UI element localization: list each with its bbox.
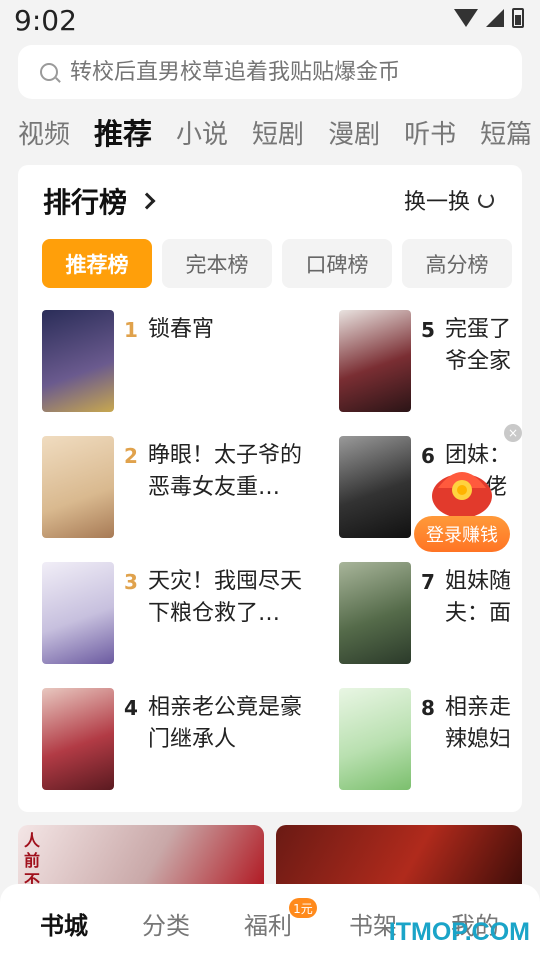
signal-icon [486,9,504,27]
refresh-button[interactable]: 换一换 [404,184,494,216]
book-rank: 7 [421,570,435,594]
tab-comic-drama[interactable]: 漫剧 [328,114,380,151]
search-bar[interactable] [18,45,522,99]
tab-novel[interactable]: 小说 [176,114,228,151]
status-time: 9:02 [14,4,77,37]
tab-audiobook[interactable]: 听书 [404,114,456,151]
book-cover [339,562,411,664]
welfare-badge: 1元 [289,898,317,918]
book-title: 姐妹随 夫：面 [445,569,512,626]
subtab-recommend[interactable]: 推荐榜 [42,239,152,288]
login-earn-button[interactable]: 登录赚钱 [414,516,510,552]
book-item[interactable]: 8 相亲走 辣媳妇 [339,688,522,790]
book-rank: 5 [421,318,435,342]
refresh-label: 换一换 [403,190,470,215]
book-cover [42,310,114,412]
tab-video[interactable]: 视频 [18,114,70,151]
book-rank: 4 [124,696,138,720]
subtab-reputation[interactable]: 口碑榜 [282,239,392,288]
status-icons [454,8,524,28]
book-rank: 8 [421,696,435,720]
book-item[interactable]: 4 相亲老公竟是豪门继承人 [42,688,322,790]
nav-welfare[interactable]: 福利 [244,906,292,941]
book-title: 天灾！我囤尽天下粮仓救了… [148,569,303,626]
refresh-icon [478,192,494,208]
book-cover [339,310,411,412]
book-cover [339,688,411,790]
ranking-subtabs: 推荐榜 完本榜 口碑榜 高分榜 [42,239,512,288]
book-rank: 3 [124,570,138,594]
category-tabs: 视频 推荐 小说 短剧 漫剧 听书 短篇 [18,110,540,154]
wifi-icon [454,9,478,27]
search-input[interactable] [70,59,490,85]
watermark: ITMOP.COM [388,918,530,946]
search-icon [40,63,58,81]
book-cover [42,562,114,664]
book-title: 相亲老公竟是豪门继承人 [148,695,303,752]
book-rank: 1 [124,318,138,342]
status-bar: 9:02 [0,0,540,44]
book-title: 睁眼！太子爷的恶毒女友重… [148,443,303,500]
ranking-title[interactable]: 排行榜 [43,181,156,221]
book-item[interactable]: 1 锁春宵 [42,310,322,412]
subtab-high-score[interactable]: 高分榜 [402,239,512,288]
book-cover [339,436,411,538]
book-cover [42,688,114,790]
book-cover [42,436,114,538]
book-rank: 2 [124,444,138,468]
book-item[interactable]: 7 姐妹随 夫：面 [339,562,522,664]
ranking-title-label: 排行榜 [43,186,128,219]
tab-short-drama[interactable]: 短剧 [252,114,304,151]
gift-icon [432,472,492,518]
nav-bookstore[interactable]: 书城 [40,906,88,941]
subtab-completed[interactable]: 完本榜 [162,239,272,288]
book-title: 相亲走 辣媳妇 [445,695,512,752]
book-title: 完蛋了 爷全家 [445,317,512,374]
book-item[interactable]: 2 睁眼！太子爷的恶毒女友重… [42,436,322,538]
chevron-right-icon [138,192,156,210]
nav-category[interactable]: 分类 [142,906,190,941]
book-item[interactable]: 5 完蛋了 爷全家 [339,310,522,412]
book-item[interactable]: 3 天灾！我囤尽天下粮仓救了… [42,562,322,664]
close-icon[interactable]: × [504,424,522,442]
banner-text: 人前不 [24,831,41,890]
tab-recommend[interactable]: 推荐 [94,111,152,153]
battery-icon [512,8,524,28]
login-reward-widget[interactable]: × 登录赚钱 [414,424,524,556]
tab-short-story[interactable]: 短篇 [480,114,532,151]
book-title: 锁春宵 [148,317,215,342]
